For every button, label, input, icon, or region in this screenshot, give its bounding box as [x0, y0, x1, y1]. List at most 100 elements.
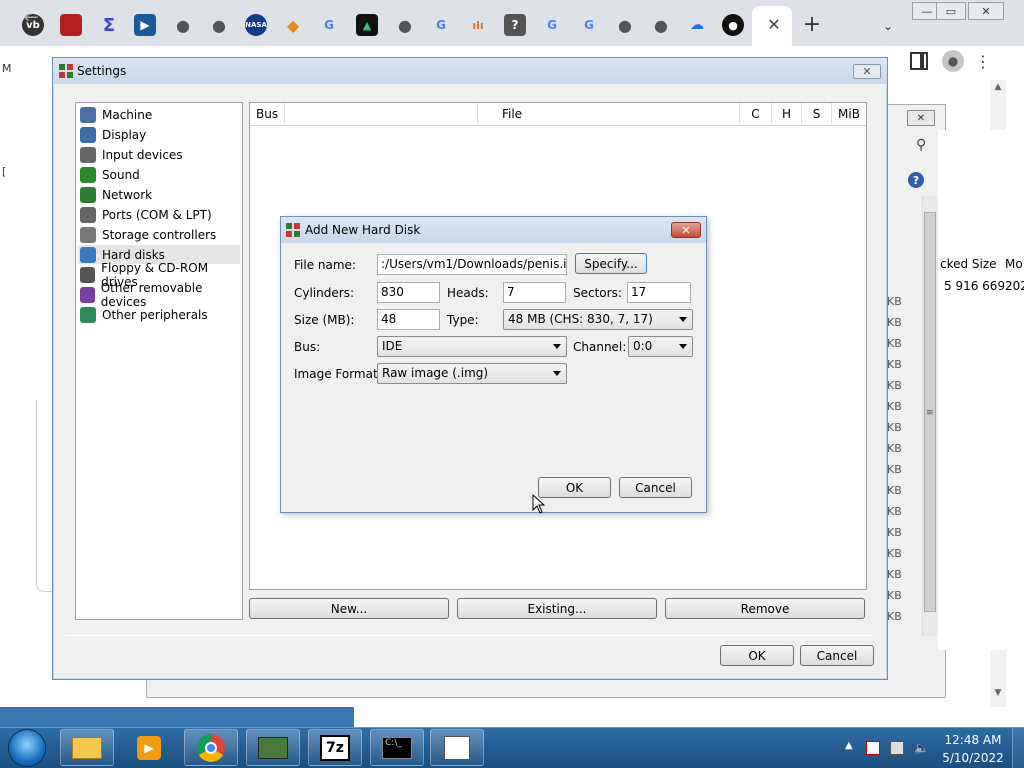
nav-item-sound[interactable]: Sound: [78, 165, 240, 184]
nav-item-other-removable-devices[interactable]: Other removable devices: [78, 281, 240, 309]
chevron-down-icon: [679, 317, 687, 322]
machine-icon: [80, 106, 96, 123]
globe-icon[interactable]: ●: [394, 14, 416, 36]
bus-select[interactable]: IDE: [377, 336, 567, 357]
clock-time[interactable]: 12:48 AM: [938, 733, 1008, 747]
new-disk-button[interactable]: New...: [249, 598, 449, 619]
github-icon[interactable]: ●: [722, 14, 744, 36]
floppy-cdrom-icon: [80, 266, 96, 283]
tab-close-icon[interactable]: ✕: [764, 14, 784, 34]
nav-item-other-peripherals[interactable]: Other peripherals: [78, 305, 240, 324]
add-hard-disk-titlebar[interactable]: Add New Hard Disk ✕: [281, 217, 706, 243]
dialog-cancel-button[interactable]: Cancel: [619, 477, 692, 498]
remove-disk-button[interactable]: Remove: [665, 598, 865, 619]
start-button[interactable]: [8, 729, 46, 767]
nav-item-display[interactable]: Display: [78, 125, 240, 144]
google-icon[interactable]: G: [541, 14, 563, 36]
search-icon[interactable]: ⚲: [916, 137, 934, 155]
type-select[interactable]: 48 MB (CHS: 830, 7, 17): [503, 309, 693, 330]
cloud-icon[interactable]: ☁: [686, 14, 708, 36]
help-icon[interactable]: ?: [908, 172, 924, 188]
network-tray-icon[interactable]: [890, 741, 904, 755]
kb-cell: KB: [887, 589, 902, 602]
column-header-mib[interactable]: MiB: [832, 103, 866, 126]
google-icon[interactable]: G: [430, 14, 452, 36]
scroll-down-icon[interactable]: ▼: [990, 688, 1006, 702]
nav-item-machine[interactable]: Machine: [78, 105, 240, 124]
close-icon[interactable]: ✕: [907, 110, 935, 126]
column-header-c[interactable]: C: [740, 103, 772, 126]
maximize-button[interactable]: ▭: [936, 2, 966, 20]
sigma-icon[interactable]: Σ: [98, 14, 120, 36]
7zip-icon[interactable]: 7z: [308, 729, 362, 766]
back-arrow-icon[interactable]: ←: [20, 6, 42, 28]
media-player-icon[interactable]: ▶: [122, 729, 176, 766]
heads-input[interactable]: 7: [503, 282, 566, 303]
column-header-packed-size[interactable]: cked Size: [940, 257, 997, 271]
column-header-file[interactable]: File: [284, 103, 740, 126]
side-panel-icon[interactable]: [910, 52, 928, 70]
cylinders-label: Cylinders:: [294, 286, 354, 300]
specify-button[interactable]: Specify...: [575, 253, 647, 274]
tray-expand-icon[interactable]: ▲: [845, 740, 853, 751]
sectors-label: Sectors:: [573, 286, 622, 300]
show-desktop-button[interactable]: [1012, 728, 1024, 768]
settings-nav-list: Machine Display Input devices Sound Network P…: [75, 102, 243, 620]
dialog-ok-button[interactable]: OK: [538, 477, 611, 498]
chevron-down-icon[interactable]: ⌄: [878, 16, 898, 36]
explorer-icon[interactable]: [60, 729, 114, 766]
column-header-s[interactable]: S: [802, 103, 832, 126]
column-header-h[interactable]: H: [772, 103, 802, 126]
kb-cell: KB: [887, 547, 902, 560]
notepad-icon[interactable]: [430, 729, 484, 766]
close-icon[interactable]: ✕: [853, 64, 881, 79]
dark-triangle-icon[interactable]: ▲: [356, 14, 378, 36]
settings-titlebar[interactable]: Settings ✕: [53, 58, 887, 84]
nav-item-storage-controllers[interactable]: Storage controllers: [78, 225, 240, 244]
cylinders-input[interactable]: 830: [377, 282, 440, 303]
google-icon[interactable]: G: [578, 14, 600, 36]
globe-icon[interactable]: ●: [650, 14, 672, 36]
google-icon[interactable]: G: [318, 14, 340, 36]
red-book-icon[interactable]: [60, 14, 82, 36]
diamond-icon[interactable]: ◆: [282, 14, 304, 36]
question-book-icon[interactable]: ?: [504, 14, 526, 36]
nav-item-label: Storage controllers: [102, 227, 217, 242]
image-format-select[interactable]: Raw image (.img): [377, 363, 567, 384]
flag-alert-icon[interactable]: [866, 741, 880, 755]
display-icon: [80, 126, 96, 143]
menu-dots-icon[interactable]: ⋮: [975, 50, 991, 72]
close-button[interactable]: ✕: [968, 2, 1004, 20]
globe-icon[interactable]: ●: [208, 14, 230, 36]
settings-ok-button[interactable]: OK: [720, 645, 794, 666]
cmd-icon[interactable]: C:\_: [370, 729, 424, 766]
size-label: Size (MB):: [294, 313, 355, 327]
nasa-icon[interactable]: NASA: [245, 14, 267, 36]
chrome-icon[interactable]: [184, 729, 238, 766]
table-header: Bus File C H S MiB: [250, 103, 866, 126]
channel-select[interactable]: 0:0: [628, 336, 693, 357]
add-hard-disk-dialog: Add New Hard Disk ✕ File name: :/Users/v…: [280, 216, 707, 513]
network-app-icon[interactable]: [246, 729, 300, 766]
nav-item-ports-com-lpt[interactable]: Ports (COM & LPT): [78, 205, 240, 224]
file-name-input[interactable]: :/Users/vm1/Downloads/penis.img: [377, 254, 567, 275]
globe-icon[interactable]: ●: [614, 14, 636, 36]
profile-icon[interactable]: ●: [942, 50, 964, 72]
column-header-modified[interactable]: Mo: [1005, 257, 1023, 271]
sound-icon: [80, 166, 96, 183]
clock-date[interactable]: 5/10/2022: [938, 751, 1008, 765]
settings-cancel-button[interactable]: Cancel: [800, 645, 874, 666]
globe-icon[interactable]: ●: [172, 14, 194, 36]
volume-icon[interactable]: 🔈: [914, 741, 929, 755]
size-input[interactable]: 48: [377, 309, 440, 330]
close-icon[interactable]: ✕: [671, 222, 701, 238]
soundwave-icon[interactable]: ılı: [467, 14, 489, 36]
play-icon[interactable]: ▶: [134, 14, 156, 36]
new-tab-button[interactable]: +: [800, 12, 824, 37]
nav-item-input-devices[interactable]: Input devices: [78, 145, 240, 164]
nav-item-network[interactable]: Network: [78, 185, 240, 204]
mouse-cursor-icon: [532, 494, 546, 514]
sectors-input[interactable]: 17: [627, 282, 691, 303]
scroll-up-icon[interactable]: ▲: [990, 82, 1006, 96]
existing-disk-button[interactable]: Existing...: [457, 598, 657, 619]
